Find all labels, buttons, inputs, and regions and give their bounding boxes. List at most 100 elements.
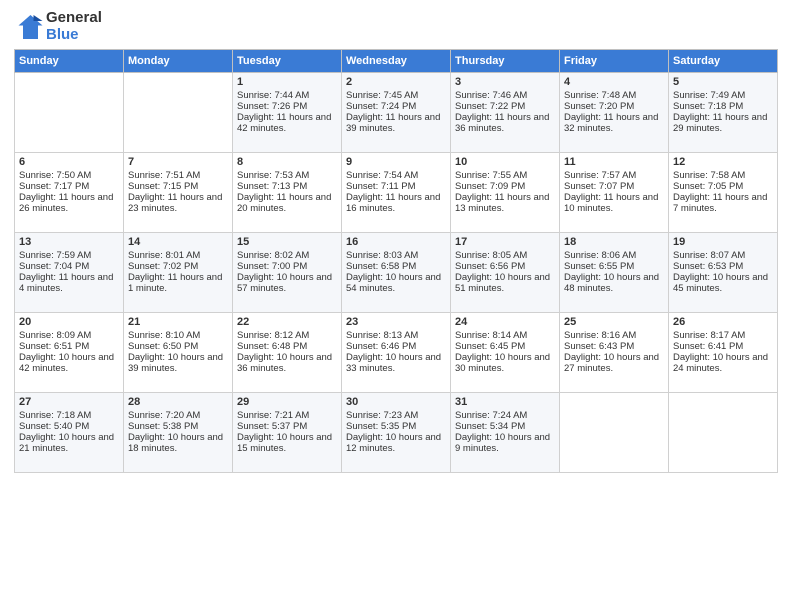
day-info: Daylight: 10 hours and 33 minutes. [346,352,446,374]
logo-icon [14,12,44,42]
day-info: Sunrise: 8:02 AM [237,250,337,261]
day-number: 4 [564,76,664,88]
day-info: Daylight: 10 hours and 27 minutes. [564,352,664,374]
day-number: 3 [455,76,555,88]
day-info: Daylight: 10 hours and 39 minutes. [128,352,228,374]
day-number: 5 [673,76,773,88]
day-cell: 10Sunrise: 7:55 AMSunset: 7:09 PMDayligh… [451,153,560,233]
day-info: Sunrise: 7:24 AM [455,410,555,421]
day-number: 30 [346,396,446,408]
day-info: Sunrise: 7:21 AM [237,410,337,421]
day-info: Sunrise: 8:13 AM [346,330,446,341]
day-number: 21 [128,316,228,328]
day-number: 22 [237,316,337,328]
day-info: Sunset: 7:09 PM [455,181,555,192]
day-cell: 12Sunrise: 7:58 AMSunset: 7:05 PMDayligh… [669,153,778,233]
day-info: Daylight: 10 hours and 51 minutes. [455,272,555,294]
day-cell [669,393,778,473]
day-info: Sunrise: 7:23 AM [346,410,446,421]
week-row-1: 1Sunrise: 7:44 AMSunset: 7:26 PMDaylight… [15,73,778,153]
week-row-4: 20Sunrise: 8:09 AMSunset: 6:51 PMDayligh… [15,313,778,393]
day-info: Daylight: 11 hours and 29 minutes. [673,112,773,134]
day-cell: 20Sunrise: 8:09 AMSunset: 6:51 PMDayligh… [15,313,124,393]
day-number: 7 [128,156,228,168]
day-info: Sunset: 7:18 PM [673,101,773,112]
header-cell-friday: Friday [560,50,669,73]
day-number: 13 [19,236,119,248]
day-info: Sunset: 6:50 PM [128,341,228,352]
day-info: Sunset: 7:22 PM [455,101,555,112]
day-info: Sunset: 5:40 PM [19,421,119,432]
day-number: 26 [673,316,773,328]
day-info: Daylight: 10 hours and 57 minutes. [237,272,337,294]
header-cell-saturday: Saturday [669,50,778,73]
day-number: 2 [346,76,446,88]
day-info: Sunrise: 7:51 AM [128,170,228,181]
day-number: 14 [128,236,228,248]
day-cell [15,73,124,153]
week-row-2: 6Sunrise: 7:50 AMSunset: 7:17 PMDaylight… [15,153,778,233]
day-info: Sunrise: 8:05 AM [455,250,555,261]
day-cell: 25Sunrise: 8:16 AMSunset: 6:43 PMDayligh… [560,313,669,393]
logo-text-line1: General [46,10,102,27]
day-info: Daylight: 10 hours and 30 minutes. [455,352,555,374]
day-cell: 23 Sunrise: 8:13 AMSunset: 6:46 PMDayligh… [342,313,451,393]
logo-text-line2: Blue [46,27,102,44]
day-info: Sunset: 6:41 PM [673,341,773,352]
header-cell-tuesday: Tuesday [233,50,342,73]
day-cell: 2Sunrise: 7:45 AMSunset: 7:24 PMDaylight… [342,73,451,153]
day-info: Daylight: 11 hours and 26 minutes. [19,192,119,214]
day-info: Daylight: 11 hours and 10 minutes. [564,192,664,214]
header-cell-monday: Monday [124,50,233,73]
day-info: Daylight: 11 hours and 39 minutes. [346,112,446,134]
day-cell: 11Sunrise: 7:57 AMSunset: 7:07 PMDayligh… [560,153,669,233]
day-cell: 9Sunrise: 7:54 AMSunset: 7:11 PMDaylight… [342,153,451,233]
day-info: Daylight: 10 hours and 15 minutes. [237,432,337,454]
day-info: Sunset: 7:26 PM [237,101,337,112]
day-number: 9 [346,156,446,168]
day-cell: 28Sunrise: 7:20 AMSunset: 5:38 PMDayligh… [124,393,233,473]
header-cell-wednesday: Wednesday [342,50,451,73]
day-number: 12 [673,156,773,168]
day-cell [124,73,233,153]
logo: General Blue [14,10,102,43]
calendar-table: SundayMondayTuesdayWednesdayThursdayFrid… [14,49,778,473]
day-number: 23 [346,316,446,328]
day-info: Daylight: 11 hours and 42 minutes. [237,112,337,134]
day-info: Sunset: 6:46 PM [346,341,446,352]
day-info: Sunrise: 7:44 AM [237,90,337,101]
day-cell: 26Sunrise: 8:17 AMSunset: 6:41 PMDayligh… [669,313,778,393]
week-row-3: 13Sunrise: 7:59 AMSunset: 7:04 PMDayligh… [15,233,778,313]
day-info: Sunrise: 7:46 AM [455,90,555,101]
calendar-body: 1Sunrise: 7:44 AMSunset: 7:26 PMDaylight… [15,73,778,473]
header-cell-sunday: Sunday [15,50,124,73]
day-cell: 8Sunrise: 7:53 AMSunset: 7:13 PMDaylight… [233,153,342,233]
day-number: 19 [673,236,773,248]
day-info: Sunrise: 8:14 AM [455,330,555,341]
day-cell: 14Sunrise: 8:01 AMSunset: 7:02 PMDayligh… [124,233,233,313]
day-cell: 22Sunrise: 8:12 AMSunset: 6:48 PMDayligh… [233,313,342,393]
day-number: 29 [237,396,337,408]
day-info: Sunrise: 8:17 AM [673,330,773,341]
day-number: 28 [128,396,228,408]
day-cell: 4Sunrise: 7:48 AMSunset: 7:20 PMDaylight… [560,73,669,153]
day-info: Sunset: 6:55 PM [564,261,664,272]
day-info: Daylight: 11 hours and 7 minutes. [673,192,773,214]
day-number: 27 [19,396,119,408]
day-number: 24 [455,316,555,328]
day-info: Sunrise: 7:48 AM [564,90,664,101]
day-cell [560,393,669,473]
day-number: 25 [564,316,664,328]
header-cell-thursday: Thursday [451,50,560,73]
day-info: Sunset: 7:15 PM [128,181,228,192]
day-info: Sunset: 7:02 PM [128,261,228,272]
day-info: Daylight: 11 hours and 20 minutes. [237,192,337,214]
day-info: Sunset: 6:58 PM [346,261,446,272]
day-cell: 6Sunrise: 7:50 AMSunset: 7:17 PMDaylight… [15,153,124,233]
day-info: Sunrise: 7:58 AM [673,170,773,181]
day-info: Daylight: 11 hours and 23 minutes. [128,192,228,214]
day-info: Daylight: 11 hours and 32 minutes. [564,112,664,134]
day-info: Sunrise: 7:50 AM [19,170,119,181]
day-number: 6 [19,156,119,168]
day-info: Sunset: 7:11 PM [346,181,446,192]
